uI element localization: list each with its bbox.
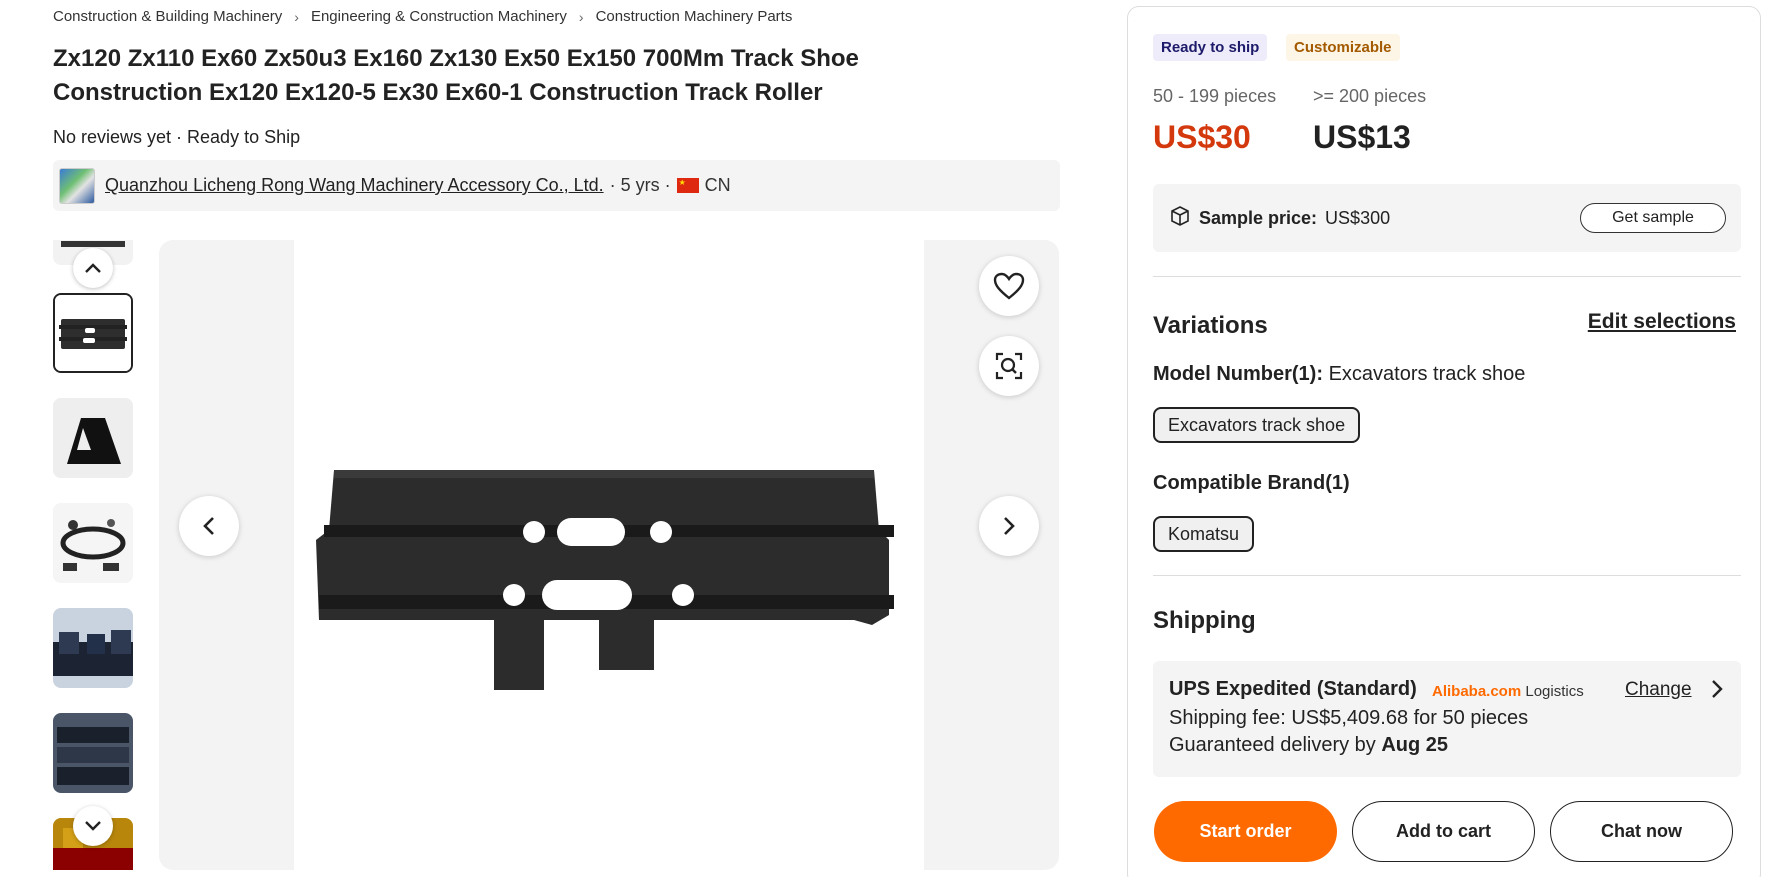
compatible-brand-label: Compatible Brand(1) (1153, 472, 1350, 494)
logistics-text: Logistics (1525, 683, 1584, 700)
variations-title: Variations (1153, 312, 1268, 339)
edit-selections-link[interactable]: Edit selections (1588, 310, 1736, 334)
breadcrumb-item[interactable]: Construction Machinery Parts (596, 8, 793, 25)
model-number-label: Model Number(1): (1153, 363, 1323, 385)
delivery-prefix: Guaranteed delivery by (1169, 734, 1376, 756)
alibaba-logo: Alibaba.com (1432, 683, 1522, 700)
model-number-line: Model Number(1): Excavators track shoe (1153, 363, 1525, 386)
get-sample-button[interactable]: Get sample (1580, 203, 1726, 233)
add-to-cart-button[interactable]: Add to cart (1352, 801, 1535, 862)
heart-icon[interactable] (979, 256, 1039, 316)
thumbnail[interactable] (53, 398, 133, 478)
chevron-right-icon[interactable] (979, 496, 1039, 556)
chevron-left-icon[interactable] (179, 496, 239, 556)
divider (1153, 276, 1741, 277)
product-photo (294, 240, 924, 870)
thumbnail[interactable] (53, 713, 133, 793)
sample-price-label: Sample price: (1199, 207, 1318, 228)
divider (1153, 575, 1741, 576)
box-icon (1169, 205, 1191, 232)
shipping-method: UPS Expedited (Standard) (1169, 678, 1417, 700)
model-option-chip[interactable]: Excavators track shoe (1153, 407, 1361, 443)
product-title: Zx120 Zx110 Ex60 Zx50u3 Ex160 Zx130 Ex50… (53, 45, 859, 106)
model-number-value: Excavators track shoe (1328, 363, 1526, 385)
thumbnail[interactable] (53, 503, 133, 583)
supplier-logo[interactable] (59, 167, 95, 204)
sample-price-box: Sample price: US$300 Get sample (1153, 184, 1741, 252)
thumbnail-strip (53, 240, 134, 870)
shipping-fee: Shipping fee: US$5,409.68 for 50 pieces (1169, 707, 1529, 729)
sample-price-value: US$300 (1325, 207, 1391, 228)
chat-now-button[interactable]: Chat now (1550, 801, 1733, 862)
tier-price: US$13 (1313, 119, 1411, 155)
brand-option-chip[interactable]: Komatsu (1153, 516, 1255, 552)
shipping-title: Shipping (1153, 607, 1256, 634)
thumbnail[interactable] (53, 608, 133, 688)
delivery-date: Aug 25 (1381, 734, 1449, 756)
thumbnail-active[interactable] (53, 293, 133, 373)
tier-price: US$30 (1153, 119, 1251, 155)
customizable-badge: Customizable (1286, 34, 1400, 61)
breadcrumb-item[interactable]: Construction & Building Machinery (53, 8, 282, 25)
chevron-up-icon[interactable] (73, 248, 113, 288)
breadcrumb-item[interactable]: Engineering & Construction Machinery (311, 8, 567, 25)
shipping-box: UPS Expedited (Standard) Alibaba.com Log… (1153, 661, 1741, 777)
change-shipping-link[interactable]: Change (1625, 679, 1692, 701)
chevron-right-icon: › (578, 8, 584, 25)
supplier-years: · 5 yrs · (609, 175, 671, 195)
logistics-label: Alibaba.com Logistics (1432, 683, 1584, 700)
chevron-right-icon: › (294, 8, 299, 25)
image-search-icon[interactable] (979, 336, 1039, 396)
tier-quantity: 50 - 199 pieces (1153, 86, 1277, 106)
supplier-country: CN (704, 175, 731, 195)
china-flag-icon (676, 178, 699, 193)
ready-to-ship-badge: Ready to ship (1153, 34, 1268, 61)
tier-quantity: >= 200 pieces (1313, 86, 1427, 106)
product-meta: No reviews yet · Ready to Ship (53, 127, 301, 147)
supplier-bar: Quanzhou Licheng Rong Wang Machinery Acc… (53, 160, 1060, 211)
breadcrumb: Construction & Building Machinery › Engi… (53, 8, 792, 25)
chevron-down-icon[interactable] (73, 806, 113, 846)
main-product-image[interactable] (159, 240, 1059, 870)
purchase-panel: Ready to ship Customizable 50 - 199 piec… (1127, 6, 1761, 877)
start-order-button[interactable]: Start order (1154, 801, 1337, 862)
chevron-right-icon[interactable] (1711, 679, 1723, 705)
supplier-name-link[interactable]: Quanzhou Licheng Rong Wang Machinery Acc… (105, 175, 604, 196)
delivery-line: Guaranteed delivery by Aug 25 (1169, 734, 1448, 757)
compatible-brand-line: Compatible Brand(1) (1153, 472, 1350, 495)
